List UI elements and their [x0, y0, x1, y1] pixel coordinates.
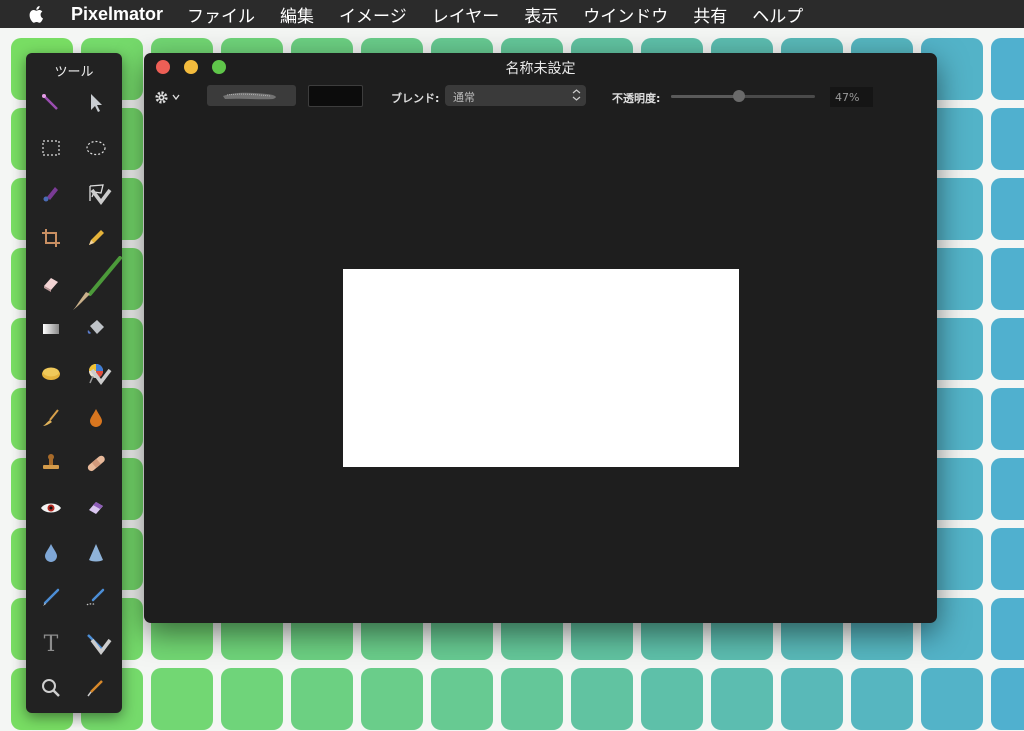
submenu-arrow-icon [90, 188, 112, 205]
menu-bar: Pixelmator ファイル 編集 イメージ レイヤー 表示 ウインドウ 共有… [0, 0, 1024, 28]
opacity-slider-fill [671, 95, 739, 98]
sharpen-cone-icon[interactable] [79, 536, 113, 570]
wallpaper-tile [221, 668, 283, 730]
blend-mode-select[interactable]: 通常 [445, 85, 586, 106]
sponge-icon[interactable] [34, 356, 68, 390]
freeform-pen-icon[interactable] [79, 581, 113, 615]
paint-bucket-icon[interactable] [79, 311, 113, 345]
wallpaper-tile [991, 388, 1024, 450]
apple-icon[interactable] [27, 4, 47, 24]
brush-preview[interactable] [207, 85, 296, 106]
wallpaper-tile [711, 668, 773, 730]
wallpaper-tile [991, 318, 1024, 380]
brush-stroke-preview [223, 92, 276, 100]
wallpaper-tile [431, 668, 493, 730]
wallpaper-tile [991, 528, 1024, 590]
line-icon[interactable] [79, 626, 113, 660]
submenu-arrow-icon [90, 638, 112, 655]
wallpaper-tile [991, 38, 1024, 100]
menu-app-name[interactable]: Pixelmator [71, 4, 163, 25]
wallpaper-tile [991, 458, 1024, 520]
menu-window[interactable]: ウインドウ [583, 2, 668, 27]
zoom-icon[interactable] [34, 671, 68, 705]
tools-palette-title: ツール [54, 65, 94, 80]
blend-mode-value: 通常 [453, 91, 475, 104]
tool-settings-button[interactable] [154, 87, 182, 107]
blend-label: ブレンド: [391, 92, 440, 105]
wallpaper-tile [921, 668, 983, 730]
smudge-icon[interactable] [34, 401, 68, 435]
red-eye-icon[interactable] [34, 491, 68, 525]
chevron-down-icon [172, 94, 180, 101]
move-arrow-icon[interactable] [79, 86, 113, 120]
eraser-icon[interactable] [34, 266, 68, 300]
color-well[interactable] [308, 85, 363, 107]
opacity-label: 不透明度: [612, 92, 661, 105]
tool-options-bar: ブレンド: 通常 不透明度: 47% [144, 83, 937, 111]
gradient-icon[interactable] [34, 311, 68, 345]
wallpaper-tile [991, 178, 1024, 240]
menu-edit[interactable]: 編集 [280, 2, 314, 27]
type-icon[interactable]: T [34, 626, 68, 660]
eyedropper-icon[interactable] [79, 671, 113, 705]
tools-palette: ツール T [26, 53, 122, 713]
blur-drop-icon[interactable] [34, 536, 68, 570]
shape-eraser-icon[interactable] [79, 491, 113, 525]
wallpaper-tile [501, 668, 563, 730]
brush-icon[interactable] [72, 256, 122, 312]
image-canvas[interactable] [343, 269, 739, 467]
opacity-slider-knob[interactable] [732, 90, 745, 102]
color-swatch-icon[interactable] [79, 356, 113, 390]
ellipse-select-icon[interactable] [79, 131, 113, 165]
wallpaper-tile [851, 668, 913, 730]
wallpaper-tile [991, 668, 1024, 730]
up-down-chevron-icon [572, 89, 581, 101]
menu-help[interactable]: ヘルプ [752, 2, 803, 27]
menu-view[interactable]: 表示 [524, 2, 558, 27]
menu-image[interactable]: イメージ [339, 2, 407, 27]
menu-layer[interactable]: レイヤー [432, 2, 500, 27]
wallpaper-tile [991, 108, 1024, 170]
wallpaper-tile [991, 248, 1024, 310]
gear-icon [155, 90, 168, 104]
window-titlebar[interactable]: 名称未設定 [144, 53, 937, 81]
wallpaper-tile [571, 668, 633, 730]
document-window: 名称未設定 ブレンド: 通常 不透明度: 47% [144, 53, 937, 623]
menu-file[interactable]: ファイル [187, 2, 255, 27]
bandage-icon[interactable] [79, 446, 113, 480]
submenu-arrow-icon [90, 368, 112, 385]
pencil-icon[interactable] [79, 221, 113, 255]
window-title: 名称未設定 [505, 61, 576, 77]
svg-text:T: T [44, 632, 59, 655]
crop-icon[interactable] [34, 221, 68, 255]
opacity-value-field[interactable]: 47% [830, 87, 873, 107]
magic-wand-icon[interactable] [34, 86, 68, 120]
wallpaper-tile [291, 668, 353, 730]
wallpaper-tile [991, 598, 1024, 660]
clone-stamp-icon[interactable] [34, 446, 68, 480]
opacity-slider[interactable] [671, 90, 815, 102]
rect-select-icon[interactable] [34, 131, 68, 165]
burn-drop-icon[interactable] [79, 401, 113, 435]
lasso-icon[interactable] [79, 176, 113, 210]
wallpaper-tile [361, 668, 423, 730]
wallpaper-tile [641, 668, 703, 730]
color-picker-icon[interactable] [34, 176, 68, 210]
pen-icon[interactable] [34, 581, 68, 615]
wallpaper-tile [151, 668, 213, 730]
menu-share[interactable]: 共有 [693, 2, 727, 27]
wallpaper-tile [781, 668, 843, 730]
